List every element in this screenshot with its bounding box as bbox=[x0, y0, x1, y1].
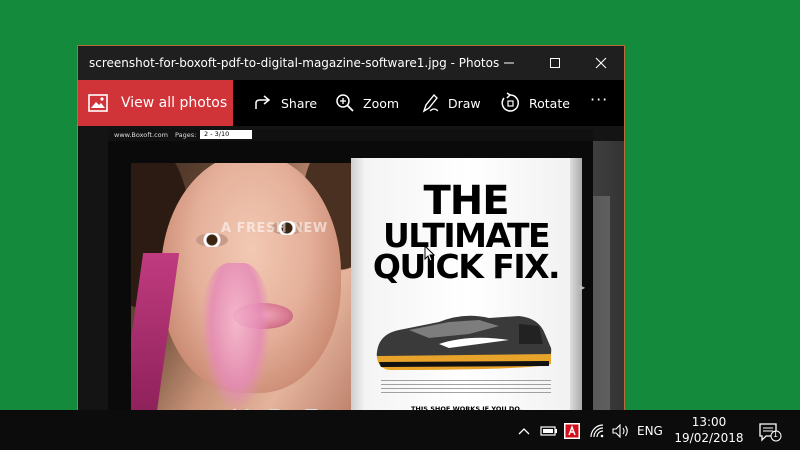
photo-toolbar: View all photos Share Zoom Draw Rotate ·… bbox=[78, 80, 624, 126]
photos-window: screenshot-for-boxoft-pdf-to-digital-mag… bbox=[77, 45, 625, 427]
magazine-right-page: THE ULTIMATE QUICK FIX. THIS SHOE WORKS … bbox=[351, 158, 581, 426]
taskbar-clock[interactable]: 13:00 19/02/2018 bbox=[672, 414, 746, 446]
zoom-button[interactable]: Zoom bbox=[335, 80, 399, 126]
zoom-icon bbox=[336, 94, 354, 112]
magazine-top-bar: www.Boxoft.com Pages: 2 - 3/10 bbox=[108, 129, 593, 141]
input-language[interactable]: ENG bbox=[637, 424, 663, 438]
view-all-photos-label: View all photos bbox=[121, 95, 228, 111]
headline-line-1: THE bbox=[423, 178, 509, 224]
notification-icon bbox=[759, 423, 782, 442]
maximize-icon bbox=[550, 58, 560, 68]
draw-button[interactable]: Draw bbox=[420, 80, 481, 126]
window-title: screenshot-for-boxoft-pdf-to-digital-mag… bbox=[89, 56, 500, 70]
page-edge bbox=[570, 158, 582, 426]
zoom-label: Zoom bbox=[363, 95, 400, 111]
rotate-icon bbox=[501, 92, 519, 112]
site-url: www.Boxoft.com bbox=[114, 131, 168, 139]
view-all-photos-button[interactable]: View all photos bbox=[78, 80, 233, 126]
rotate-label: Rotate bbox=[529, 95, 570, 111]
left-page-caption: A FRESH NEW bbox=[221, 221, 328, 236]
action-center-button[interactable]: 1 bbox=[758, 422, 782, 446]
taskbar: ENG 13:00 19/02/2018 1 bbox=[0, 410, 800, 450]
pages-label: Pages: bbox=[175, 131, 197, 139]
network-tray-button[interactable] bbox=[589, 423, 607, 439]
clock-date: 19/02/2018 bbox=[674, 431, 744, 445]
battery-tray-button[interactable] bbox=[540, 423, 558, 439]
draw-icon bbox=[422, 93, 439, 113]
maximize-button[interactable] bbox=[532, 46, 578, 80]
mouse-cursor-icon bbox=[424, 245, 436, 262]
minimize-button[interactable] bbox=[486, 46, 532, 80]
speaker-icon bbox=[612, 424, 628, 438]
title-bar[interactable]: screenshot-for-boxoft-pdf-to-digital-mag… bbox=[78, 46, 624, 80]
close-icon bbox=[595, 57, 607, 69]
sneaker-image bbox=[376, 315, 552, 370]
ad-headline: THE ULTIMATE QUICK FIX. bbox=[351, 178, 581, 287]
pdf-app-tray-button[interactable] bbox=[564, 423, 580, 439]
displayed-photo: www.Boxoft.com Pages: 2 - 3/10 A FRESH N… bbox=[108, 129, 593, 426]
notification-count: 1 bbox=[773, 430, 779, 439]
adobe-reader-icon bbox=[564, 423, 580, 439]
chevron-up-icon bbox=[518, 428, 530, 435]
battery-icon bbox=[540, 426, 557, 436]
gallery-icon bbox=[88, 94, 108, 112]
share-button[interactable]: Share bbox=[253, 80, 317, 126]
volume-tray-button[interactable] bbox=[612, 423, 630, 439]
share-icon bbox=[255, 95, 271, 109]
magazine-left-page: A FRESH NEW bbox=[131, 163, 351, 426]
more-options-button[interactable]: ··· bbox=[590, 90, 608, 109]
show-hidden-icons-button[interactable] bbox=[516, 423, 532, 439]
rotate-button[interactable]: Rotate bbox=[499, 80, 570, 126]
ad-fine-print bbox=[381, 380, 551, 396]
minimize-icon bbox=[504, 62, 514, 64]
draw-label: Draw bbox=[448, 95, 481, 111]
close-button[interactable] bbox=[578, 46, 624, 80]
share-label: Share bbox=[281, 95, 318, 111]
page-next-arrow-icon[interactable]: ▶ bbox=[579, 283, 585, 292]
wifi-icon bbox=[590, 424, 604, 438]
headline-line-3: QUICK FIX. bbox=[372, 247, 561, 287]
pink-flower bbox=[201, 263, 271, 413]
pages-value: 2 - 3/10 bbox=[200, 130, 252, 139]
clock-time: 13:00 bbox=[691, 415, 727, 429]
photo-viewer[interactable]: www.Boxoft.com Pages: 2 - 3/10 A FRESH N… bbox=[78, 126, 624, 426]
